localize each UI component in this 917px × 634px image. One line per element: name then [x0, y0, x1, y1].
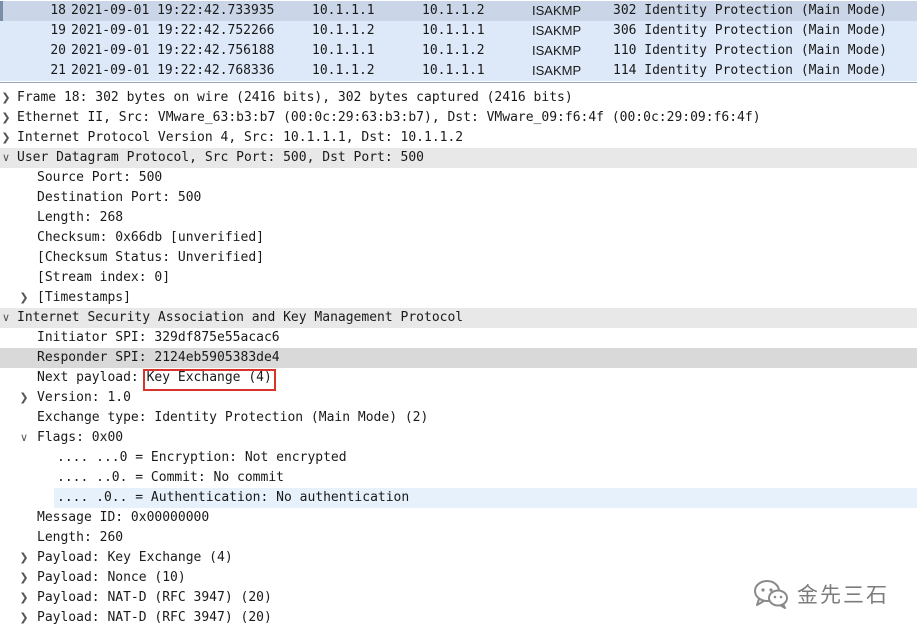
tree-item-next-payload[interactable]: Next payload: Key Exchange (4): [0, 368, 917, 388]
packet-row[interactable]: 21 2021-09-01 19:22:42.768336 10.1.1.2 1…: [0, 61, 917, 81]
tree-item-responder-spi[interactable]: Responder SPI: 2124eb5905383de4: [0, 348, 917, 368]
tree-item-label: [Checksum Status: Unverified]: [37, 250, 264, 265]
tree-item-label: Payload: NAT-D (RFC 3947) (20): [37, 590, 272, 605]
chevron-right-icon[interactable]: ❯: [0, 128, 12, 148]
next-payload-label: Next payload:: [37, 370, 147, 385]
packet-time: 2021-09-01 19:22:42.768336: [71, 63, 275, 78]
tree-item-flags[interactable]: ∨ Flags: 0x00: [0, 428, 917, 448]
tree-item-label: .... .0.. = Authentication: No authentic…: [57, 490, 410, 505]
tree-item-udp[interactable]: ∨ User Datagram Protocol, Src Port: 500,…: [0, 148, 917, 168]
packet-destination: 10.1.1.1: [422, 63, 485, 78]
packet-number: 19: [50, 23, 66, 38]
tree-item-exchange-type[interactable]: Exchange type: Identity Protection (Main…: [0, 408, 917, 428]
tree-item-message-id[interactable]: Message ID: 0x00000000: [0, 508, 917, 528]
chevron-right-icon[interactable]: ❯: [18, 388, 30, 408]
tree-item-isakmp[interactable]: ∨ Internet Security Association and Key …: [0, 308, 917, 328]
packet-row[interactable]: 20 2021-09-01 19:22:42.756188 10.1.1.1 1…: [0, 41, 917, 61]
tree-item-label: Checksum: 0x66db [unverified]: [37, 230, 264, 245]
tree-item-udp-timestamps[interactable]: ❯ [Timestamps]: [0, 288, 917, 308]
tree-item-flag-commit[interactable]: .... ..0. = Commit: No commit: [0, 468, 917, 488]
packet-source: 10.1.1.2: [312, 63, 375, 78]
packet-info: 302 Identity Protection (Main Mode): [613, 3, 887, 18]
tree-item-label: Length: 268: [37, 210, 124, 225]
tree-item-label: Payload: Nonce (10): [37, 570, 186, 585]
tree-item-label: Ethernet II, Src: VMware_63:b3:b7 (00:0c…: [17, 110, 761, 125]
packet-destination: 10.1.1.2: [422, 43, 485, 58]
tree-item-udp-length[interactable]: Length: 268: [0, 208, 917, 228]
chevron-right-icon[interactable]: ❯: [18, 588, 30, 608]
chevron-right-icon[interactable]: ❯: [0, 108, 12, 128]
packet-time: 2021-09-01 19:22:42.752266: [71, 23, 275, 38]
tree-item-udp-src-port[interactable]: Source Port: 500: [0, 168, 917, 188]
packet-row[interactable]: 19 2021-09-01 19:22:42.752266 10.1.1.2 1…: [0, 21, 917, 41]
chevron-down-icon[interactable]: ∨: [18, 428, 30, 448]
packet-info: 114 Identity Protection (Main Mode): [613, 63, 887, 78]
tree-item-label: .... ..0. = Commit: No commit: [57, 470, 284, 485]
chevron-right-icon[interactable]: ❯: [18, 548, 30, 568]
tree-item-flag-encryption[interactable]: .... ...0 = Encryption: Not encrypted: [0, 448, 917, 468]
tree-item-ethernet[interactable]: ❯ Ethernet II, Src: VMware_63:b3:b7 (00:…: [0, 108, 917, 128]
tree-item-label: Internet Protocol Version 4, Src: 10.1.1…: [17, 130, 464, 145]
chevron-right-icon[interactable]: ❯: [18, 288, 30, 308]
chevron-right-icon[interactable]: ❯: [18, 608, 30, 628]
watermark-text: 金先三石: [797, 583, 889, 607]
tree-item-label: Destination Port: 500: [37, 190, 202, 205]
tree-item-flag-authentication[interactable]: .... .0.. = Authentication: No authentic…: [0, 488, 917, 508]
tree-item-label: Source Port: 500: [37, 170, 163, 185]
packet-source: 10.1.1.1: [312, 3, 375, 18]
tree-item-udp-checksum-status[interactable]: [Checksum Status: Unverified]: [0, 248, 917, 268]
packet-info: 306 Identity Protection (Main Mode): [613, 23, 887, 38]
tree-item-label: Payload: Key Exchange (4): [37, 550, 233, 565]
tree-item-label: Internet Security Association and Key Ma…: [17, 310, 464, 325]
packet-protocol: ISAKMP: [532, 23, 582, 38]
tree-item-version[interactable]: ❯ Version: 1.0: [0, 388, 917, 408]
packet-source: 10.1.1.1: [312, 43, 375, 58]
tree-item-label: Responder SPI: 2124eb5905383de4: [37, 350, 280, 365]
packet-time: 2021-09-01 19:22:42.733935: [71, 3, 275, 18]
tree-item-payload-key-exchange[interactable]: ❯ Payload: Key Exchange (4): [0, 548, 917, 568]
tree-item-udp-stream-index[interactable]: [Stream index: 0]: [0, 268, 917, 288]
packet-protocol: ISAKMP: [532, 43, 582, 58]
tree-item-label: Exchange type: Identity Protection (Main…: [37, 410, 429, 425]
watermark: 金先三石: [753, 576, 889, 612]
tree-item-label: Initiator SPI: 329df875e55acac6: [37, 330, 280, 345]
tree-item-label: [Timestamps]: [37, 290, 131, 305]
tree-item-label: .... ...0 = Encryption: Not encrypted: [57, 450, 347, 465]
packet-protocol: ISAKMP: [532, 3, 582, 18]
packet-source: 10.1.1.2: [312, 23, 375, 38]
tree-item-label: Message ID: 0x00000000: [37, 510, 210, 525]
packet-time: 2021-09-01 19:22:42.756188: [71, 43, 275, 58]
packet-protocol: ISAKMP: [532, 63, 582, 78]
tree-item-isakmp-length[interactable]: Length: 260: [0, 528, 917, 548]
packet-number: 21: [50, 63, 66, 78]
packet-info: 110 Identity Protection (Main Mode): [613, 43, 887, 58]
packet-number: 18: [50, 3, 66, 18]
tree-item-label: Length: 260: [37, 530, 124, 545]
packet-destination: 10.1.1.1: [422, 23, 485, 38]
tree-item-initiator-spi[interactable]: Initiator SPI: 329df875e55acac6: [0, 328, 917, 348]
chevron-down-icon[interactable]: ∨: [0, 148, 12, 168]
tree-item-label: Payload: NAT-D (RFC 3947) (20): [37, 610, 272, 625]
chevron-right-icon[interactable]: ❯: [0, 88, 12, 108]
packet-details-tree: ❯ Frame 18: 302 bytes on wire (2416 bits…: [0, 88, 917, 634]
tree-item-label: User Datagram Protocol, Src Port: 500, D…: [17, 150, 424, 165]
tree-item-label: Flags: 0x00: [37, 430, 124, 445]
packet-number: 20: [50, 43, 66, 58]
packet-row[interactable]: 18 2021-09-01 19:22:42.733935 10.1.1.1 1…: [0, 1, 917, 21]
chevron-down-icon[interactable]: ∨: [0, 308, 12, 328]
tree-item-label: Frame 18: 302 bytes on wire (2416 bits),…: [17, 90, 573, 105]
tree-item-ipv4[interactable]: ❯ Internet Protocol Version 4, Src: 10.1…: [0, 128, 917, 148]
tree-item-udp-checksum[interactable]: Checksum: 0x66db [unverified]: [0, 228, 917, 248]
packet-destination: 10.1.1.2: [422, 3, 485, 18]
tree-item-udp-dst-port[interactable]: Destination Port: 500: [0, 188, 917, 208]
packet-list: 18 2021-09-01 19:22:42.733935 10.1.1.1 1…: [0, 0, 917, 83]
wechat-icon: [754, 580, 788, 609]
chevron-right-icon[interactable]: ❯: [18, 568, 30, 588]
tree-item-label: [Stream index: 0]: [37, 270, 171, 285]
tree-item-frame[interactable]: ❯ Frame 18: 302 bytes on wire (2416 bits…: [0, 88, 917, 108]
tree-item-label: Version: 1.0: [37, 390, 131, 405]
